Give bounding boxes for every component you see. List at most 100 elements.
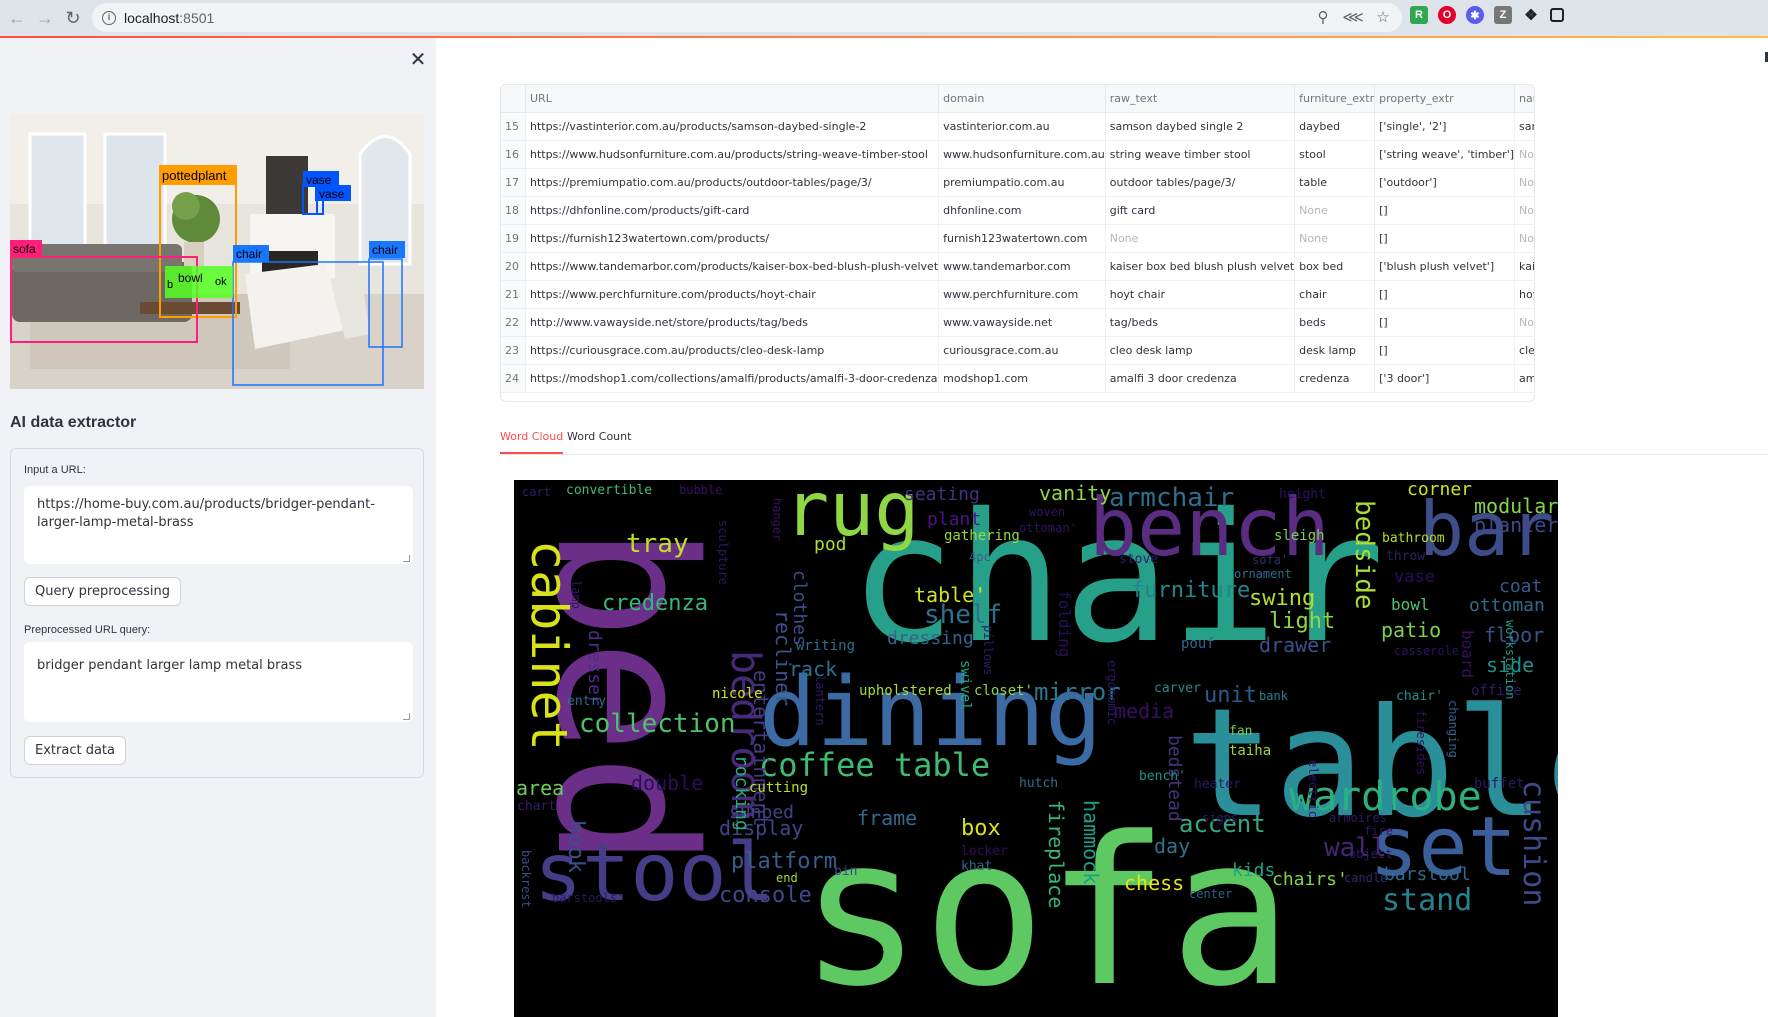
table-row[interactable]: 24 https://modshop1.com/collections/amalf… (501, 364, 1534, 393)
table-row[interactable]: 19 https://furnish123watertown.com/produc… (501, 224, 1534, 253)
table-cell-furniture[interactable]: daybed (1294, 112, 1376, 141)
row-index-cell[interactable]: 17 (501, 168, 526, 197)
row-index-cell[interactable]: 18 (501, 196, 526, 225)
resize-handle-icon[interactable] (403, 713, 410, 720)
table-cell-url[interactable]: http://www.vawayside.net/store/products/… (525, 308, 940, 337)
table-cell-name[interactable]: samson (1514, 112, 1534, 141)
row-index-cell[interactable]: 24 (501, 364, 526, 393)
query-output-field[interactable]: bridger pendant larger lamp metal brass (24, 642, 413, 722)
column-header[interactable]: URL (525, 85, 940, 113)
table-cell-domain[interactable]: www.perchfurniture.com (938, 280, 1106, 309)
url-input[interactable]: https://home-buy.com.au/products/bridger… (24, 486, 413, 564)
table-cell-url[interactable]: https://vastinterior.com.au/products/sam… (525, 112, 940, 141)
tab-word-cloud[interactable]: Word Cloud (500, 430, 564, 454)
table-cell-furniture[interactable]: box bed (1294, 252, 1376, 281)
table-cell-name[interactable]: None (1514, 140, 1534, 169)
row-index-cell[interactable]: 22 (501, 308, 526, 337)
table-cell-raw_text[interactable]: gift card (1105, 196, 1296, 225)
table-cell-name[interactable]: kaiser (1514, 252, 1534, 281)
table-cell-property[interactable]: ['outdoor'] (1374, 168, 1516, 197)
table-cell-url[interactable]: https://furnish123watertown.com/products… (525, 224, 940, 253)
table-cell-raw_text[interactable]: cleo desk lamp (1105, 336, 1296, 365)
table-cell-property[interactable]: [] (1374, 196, 1516, 225)
table-cell-raw_text[interactable]: amalfi 3 door credenza (1105, 364, 1296, 393)
row-index-cell[interactable]: 19 (501, 224, 526, 253)
table-cell-property[interactable]: ['string weave', 'timber'] (1374, 140, 1516, 169)
table-cell-name[interactable]: amalfi (1514, 364, 1534, 393)
forward-icon[interactable]: → (31, 4, 59, 32)
table-cell-property[interactable]: ['single', '2'] (1374, 112, 1516, 141)
table-cell-domain[interactable]: furnish123watertown.com (938, 224, 1106, 253)
row-index-cell[interactable]: 23 (501, 336, 526, 365)
row-index-cell[interactable]: 21 (501, 280, 526, 309)
row-index-cell[interactable]: 16 (501, 140, 526, 169)
table-cell-raw_text[interactable]: tag/beds (1105, 308, 1296, 337)
table-cell-raw_text[interactable]: kaiser box bed blush plush velvet (1105, 252, 1296, 281)
results-table[interactable]: URL domain raw_text furniture_extr prope… (500, 84, 1535, 402)
resize-handle-icon[interactable] (403, 555, 410, 562)
table-row[interactable]: 23 https://curiousgrace.com.au/products/c… (501, 336, 1534, 365)
table-cell-property[interactable]: [] (1374, 308, 1516, 337)
extension-opera-icon[interactable]: O (1438, 6, 1456, 24)
table-cell-name[interactable]: None (1514, 308, 1534, 337)
table-cell-domain[interactable]: dhfonline.com (938, 196, 1106, 225)
puzzle-icon[interactable]: ❖ (1522, 6, 1540, 24)
column-header[interactable]: name_extr (1514, 85, 1534, 113)
tab-word-count[interactable]: Word Count (567, 430, 631, 454)
table-cell-url[interactable]: https://premiumpatio.com.au/products/out… (525, 168, 940, 197)
table-cell-domain[interactable]: curiousgrace.com.au (938, 336, 1106, 365)
extract-data-button[interactable]: Extract data (24, 736, 126, 765)
table-cell-raw_text[interactable]: hoyt chair (1105, 280, 1296, 309)
table-cell-domain[interactable]: www.tandemarbor.com (938, 252, 1106, 281)
table-cell-raw_text[interactable]: string weave timber stool (1105, 140, 1296, 169)
column-header[interactable]: raw_text (1105, 85, 1296, 113)
table-cell-furniture[interactable]: chair (1294, 280, 1376, 309)
extension-r-icon[interactable]: R (1410, 6, 1428, 24)
table-cell-furniture[interactable]: credenza (1294, 364, 1376, 393)
table-row[interactable]: 18 https://dhfonline.com/products/gift-ca… (501, 196, 1534, 225)
extension-z-icon[interactable]: Z (1494, 6, 1512, 24)
table-cell-raw_text[interactable]: outdoor tables/page/3/ (1105, 168, 1296, 197)
row-index-cell[interactable]: 20 (501, 252, 526, 281)
table-cell-property[interactable]: [] (1374, 336, 1516, 365)
table-cell-furniture[interactable]: beds (1294, 308, 1376, 337)
table-cell-name[interactable]: hoyt (1514, 280, 1534, 309)
reload-icon[interactable]: ↻ (59, 4, 87, 32)
site-info-icon[interactable]: i (102, 10, 116, 25)
address-bar[interactable]: i localhost:8501 ⚲ ⋘ ☆ (92, 3, 1402, 32)
table-cell-furniture[interactable]: table (1294, 168, 1376, 197)
table-cell-domain[interactable]: vastinterior.com.au (938, 112, 1106, 141)
table-cell-raw_text[interactable]: samson daybed single 2 (1105, 112, 1296, 141)
table-cell-name[interactable]: cleo (1514, 336, 1534, 365)
table-cell-domain[interactable]: premiumpatio.com.au (938, 168, 1106, 197)
column-header[interactable]: domain (938, 85, 1106, 113)
table-cell-property[interactable]: [] (1374, 224, 1516, 253)
table-row[interactable]: 15 https://vastinterior.com.au/products/s… (501, 112, 1534, 141)
table-cell-name[interactable]: None (1514, 224, 1534, 253)
table-cell-property[interactable]: [] (1374, 280, 1516, 309)
table-cell-url[interactable]: https://www.tandemarbor.com/products/kai… (525, 252, 940, 281)
table-row[interactable]: 16 https://www.hudsonfurniture.com.au/pro… (501, 140, 1534, 169)
table-cell-domain[interactable]: www.hudsonfurniture.com.au (938, 140, 1106, 169)
column-header[interactable]: furniture_extr (1294, 85, 1376, 113)
table-cell-name[interactable]: None (1514, 168, 1534, 197)
extension-gear-icon[interactable]: ✱ (1466, 6, 1484, 24)
share-icon[interactable]: ⋘ (1342, 7, 1363, 27)
table-cell-furniture[interactable]: stool (1294, 140, 1376, 169)
back-icon[interactable]: ← (3, 4, 31, 32)
bookmark-star-icon[interactable]: ☆ (1374, 7, 1392, 27)
table-cell-url[interactable]: https://modshop1.com/collections/amalfi/… (525, 364, 940, 393)
side-panel-icon[interactable] (1550, 8, 1564, 22)
table-cell-url[interactable]: https://www.hudsonfurniture.com.au/produ… (525, 140, 940, 169)
table-cell-property[interactable]: ['3 door'] (1374, 364, 1516, 393)
table-cell-url[interactable]: https://www.perchfurniture.com/products/… (525, 280, 940, 309)
table-cell-url[interactable]: https://curiousgrace.com.au/products/cle… (525, 336, 940, 365)
zoom-icon[interactable]: ⚲ (1314, 7, 1332, 27)
column-header[interactable]: property_extr (1374, 85, 1516, 113)
table-row[interactable]: 21 https://www.perchfurniture.com/product… (501, 280, 1534, 309)
table-cell-domain[interactable]: modshop1.com (938, 364, 1106, 393)
close-sidebar-icon[interactable]: ✕ (408, 50, 428, 70)
table-cell-furniture[interactable]: None (1294, 196, 1376, 225)
table-cell-raw_text[interactable]: None (1105, 224, 1296, 253)
row-index-cell[interactable]: 15 (501, 112, 526, 141)
